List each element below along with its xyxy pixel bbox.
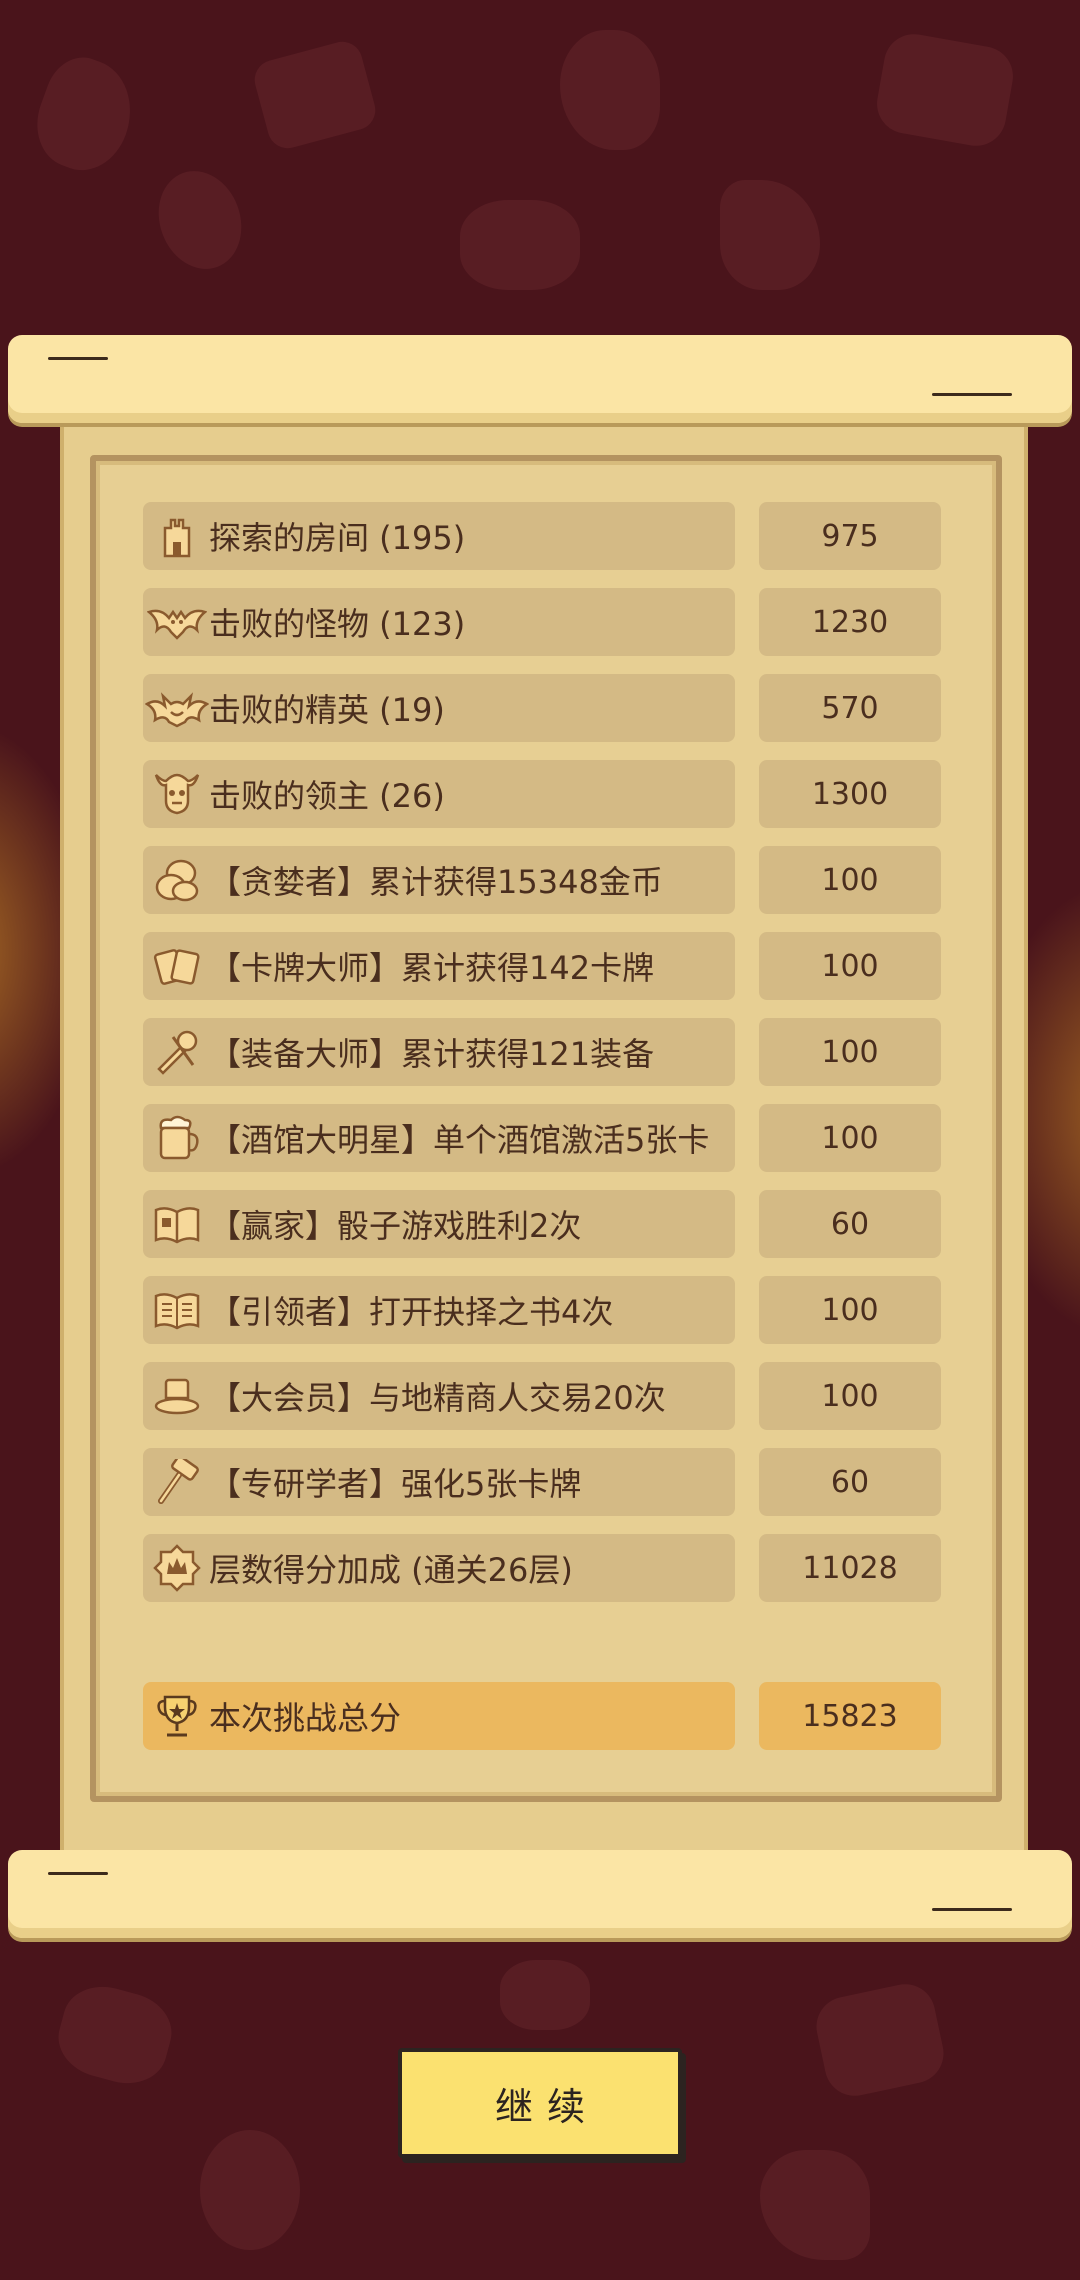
score-row: 【赢家】骰子游戏胜利2次 60 [143, 1190, 941, 1258]
score-row: 【专研学者】强化5张卡牌 60 [143, 1448, 941, 1516]
score-row-label-box: 【贪婪者】累计获得15348金币 [143, 846, 735, 914]
scroll-bottom-rod [8, 1850, 1072, 1938]
score-row: 【引领者】打开抉择之书4次 100 [143, 1276, 941, 1344]
score-row-label-box: 【卡牌大师】累计获得142卡牌 [143, 932, 735, 1000]
score-row: 【酒馆大明星】单个酒馆激活5张卡 100 [143, 1104, 941, 1172]
score-row-value: 100 [759, 846, 941, 914]
score-row-label-box: 击败的领主 (26) [143, 760, 735, 828]
score-row-label-box: 本次挑战总分 [143, 1682, 735, 1750]
score-row-label: 【赢家】骰子游戏胜利2次 [209, 1207, 582, 1245]
score-row-label-box: 【大会员】与地精商人交易20次 [143, 1362, 735, 1430]
cards-icon [145, 936, 209, 996]
score-row-value: 100 [759, 1104, 941, 1172]
beer-mug-icon [145, 1108, 209, 1168]
equipment-icon [145, 1022, 209, 1082]
total-score-label: 本次挑战总分 [209, 1699, 402, 1737]
score-row-label: 层数得分加成 (通关26层) [209, 1551, 573, 1589]
score-row-label: 【大会员】与地精商人交易20次 [209, 1379, 666, 1417]
score-row: 击败的精英 (19) 570 [143, 674, 941, 742]
score-row: 【贪婪者】累计获得15348金币 100 [143, 846, 941, 914]
score-row-value: 100 [759, 1018, 941, 1086]
score-row-value: 60 [759, 1448, 941, 1516]
elite-demon-icon [145, 678, 209, 738]
score-row-label-box: 探索的房间 (195) [143, 502, 735, 570]
floor-badge-icon [145, 1538, 209, 1598]
score-row-label: 【专研学者】强化5张卡牌 [209, 1465, 582, 1503]
score-row-label: 探索的房间 (195) [209, 519, 466, 557]
score-row-label: 【酒馆大明星】单个酒馆激活5张卡 [209, 1121, 710, 1159]
score-row-label-box: 【赢家】骰子游戏胜利2次 [143, 1190, 735, 1258]
open-book-icon [145, 1280, 209, 1340]
score-row: 【装备大师】累计获得121装备 100 [143, 1018, 941, 1086]
score-row: 【卡牌大师】累计获得142卡牌 100 [143, 932, 941, 1000]
dice-book-icon [145, 1194, 209, 1254]
score-row-label-box: 【专研学者】强化5张卡牌 [143, 1448, 735, 1516]
score-row-label: 【卡牌大师】累计获得142卡牌 [209, 949, 655, 987]
bat-icon [145, 592, 209, 652]
top-hat-icon [145, 1366, 209, 1426]
score-row-label-box: 击败的怪物 (123) [143, 588, 735, 656]
score-row-label-box: 【酒馆大明星】单个酒馆激活5张卡 [143, 1104, 735, 1172]
coins-icon [145, 850, 209, 910]
score-row: 层数得分加成 (通关26层) 11028 [143, 1534, 941, 1602]
score-row-label: 【贪婪者】累计获得15348金币 [209, 863, 663, 901]
tower-icon [145, 506, 209, 566]
trophy-icon [145, 1686, 209, 1746]
scroll-top-rod [8, 335, 1072, 423]
score-row-value: 975 [759, 502, 941, 570]
score-row-label-box: 【引领者】打开抉择之书4次 [143, 1276, 735, 1344]
score-row-value: 11028 [759, 1534, 941, 1602]
score-row: 击败的领主 (26) 1300 [143, 760, 941, 828]
hammer-icon [145, 1452, 209, 1512]
score-row-label-box: 击败的精英 (19) [143, 674, 735, 742]
score-row: 【大会员】与地精商人交易20次 100 [143, 1362, 941, 1430]
score-row-value: 1300 [759, 760, 941, 828]
total-score-row: 本次挑战总分 15823 [143, 1682, 941, 1750]
score-row-value: 60 [759, 1190, 941, 1258]
score-row-label-box: 层数得分加成 (通关26层) [143, 1534, 735, 1602]
score-row-value: 100 [759, 1276, 941, 1344]
score-row-value: 100 [759, 932, 941, 1000]
score-row: 探索的房间 (195) 975 [143, 502, 941, 570]
continue-button[interactable]: 继续 [398, 2048, 682, 2158]
score-row-label: 击败的怪物 (123) [209, 605, 466, 643]
score-row-value: 570 [759, 674, 941, 742]
total-score-value: 15823 [759, 1682, 941, 1750]
score-row-value: 1230 [759, 588, 941, 656]
score-row: 击败的怪物 (123) 1230 [143, 588, 941, 656]
score-row-label: 击败的精英 (19) [209, 691, 445, 729]
score-row-label-box: 【装备大师】累计获得121装备 [143, 1018, 735, 1086]
score-row-label: 【引领者】打开抉择之书4次 [209, 1293, 614, 1331]
score-row-value: 100 [759, 1362, 941, 1430]
score-row-label: 【装备大师】累计获得121装备 [209, 1035, 655, 1073]
boss-skull-icon [145, 764, 209, 824]
score-row-label: 击败的领主 (26) [209, 777, 445, 815]
